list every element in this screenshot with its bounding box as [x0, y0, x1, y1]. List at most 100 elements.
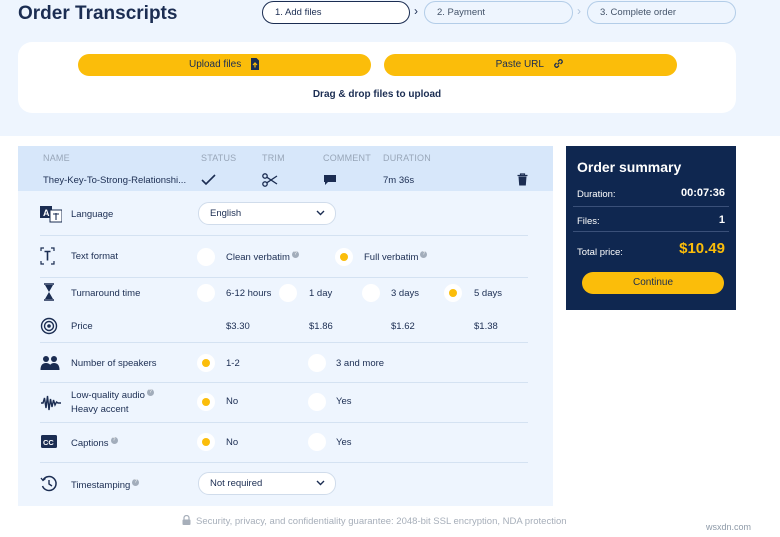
duration-label: Duration:: [577, 189, 616, 200]
price-3-days: $1.62: [391, 321, 415, 332]
file-table: NAME STATUS TRIM COMMENT DURATION They-K…: [18, 146, 553, 191]
help-icon[interactable]: ?: [420, 251, 428, 258]
radio-3-and-more[interactable]: [308, 354, 326, 372]
waveform-icon: [41, 395, 61, 411]
radio-3-days[interactable]: [362, 284, 380, 302]
security-guarantee: Security, privacy, and confidentiality g…: [182, 514, 567, 527]
files-label: Files:: [577, 216, 600, 227]
files-value: 1: [718, 214, 725, 226]
divider: [40, 342, 528, 343]
option-captions-yes: Yes: [336, 437, 352, 448]
header-area: Order Transcripts 1. Add files › 2. Paym…: [0, 0, 780, 136]
help-icon[interactable]: ?: [132, 479, 140, 486]
radio-full-verbatim[interactable]: [335, 248, 353, 266]
link-icon: [554, 59, 564, 68]
order-summary-title: Order summary: [577, 159, 682, 175]
speakers-row: Number of speakers 1-2 3 and more: [40, 351, 528, 375]
language-value: English: [210, 208, 242, 219]
help-icon[interactable]: ?: [291, 251, 299, 258]
total-price-value: $10.49: [679, 240, 725, 257]
option-3-and-more: 3 and more: [336, 358, 385, 369]
help-icon[interactable]: ?: [146, 389, 154, 396]
radio-audio-no[interactable]: [197, 393, 215, 411]
option-1-2-speakers: 1-2: [226, 358, 240, 369]
help-icon[interactable]: ?: [110, 437, 118, 444]
timestamping-label: Timestamping?: [71, 479, 140, 491]
radio-captions-no[interactable]: [197, 433, 215, 451]
speakers-label: Number of speakers: [71, 358, 157, 369]
text-format-icon: [40, 247, 55, 265]
option-6-12-hours: 6-12 hours: [226, 288, 272, 299]
audio-quality-row: Low-quality audio? Heavy accent No Yes: [40, 387, 528, 419]
option-3-days: 3 days: [391, 288, 419, 299]
radio-5-days[interactable]: [444, 284, 462, 302]
price-label: Price: [71, 321, 93, 332]
radio-6-12-hours[interactable]: [197, 284, 215, 302]
column-header-comment: COMMENT: [323, 153, 371, 163]
upload-files-label: Upload files: [188, 59, 242, 70]
full-verbatim-label: Full verbatim?: [364, 251, 428, 263]
audio-quality-label: Low-quality audio?: [71, 389, 154, 401]
file-name: They-Key-To-Strong-Relationshi...: [43, 175, 187, 186]
timestamping-row: Timestamping? Not required: [40, 472, 528, 496]
translate-icon: A: [40, 206, 62, 223]
chevron-down-icon: [316, 210, 325, 216]
radio-1-2-speakers[interactable]: [197, 354, 215, 372]
step-payment[interactable]: 2. Payment: [424, 1, 573, 24]
radio-1-day[interactable]: [279, 284, 297, 302]
option-1-day: 1 day: [309, 288, 333, 299]
document-upload-icon: [251, 58, 260, 70]
turnaround-row: Turnaround time 6-12 hours 1 day 3 days …: [40, 281, 528, 305]
language-row: A Language English: [40, 202, 528, 226]
step-complete-order[interactable]: 3. Complete order: [587, 1, 736, 24]
price-row: Price $3.30 $1.86 $1.62 $1.38: [40, 316, 528, 336]
language-select[interactable]: English: [198, 202, 336, 225]
svg-text:A: A: [43, 208, 50, 218]
hourglass-icon: [44, 283, 54, 301]
order-options-panel: NAME STATUS TRIM COMMENT DURATION They-K…: [18, 146, 553, 506]
trash-icon[interactable]: [517, 173, 528, 186]
paste-url-label: Paste URL: [495, 59, 544, 70]
divider: [573, 231, 729, 232]
chevron-right-icon: ›: [577, 4, 581, 18]
captions-row: CC Captions? No Yes: [40, 430, 528, 454]
text-format-label: Text format: [71, 251, 118, 262]
step-add-files[interactable]: 1. Add files: [262, 1, 410, 24]
radio-clean-verbatim[interactable]: [197, 248, 215, 266]
heavy-accent-label: Heavy accent: [71, 404, 129, 415]
column-header-status: STATUS: [201, 153, 237, 163]
duration-value: 00:07:36: [680, 187, 725, 199]
lock-icon: [182, 514, 191, 525]
continue-button[interactable]: Continue: [582, 272, 724, 294]
order-summary-panel: Order summary Duration: 00:07:36 Files: …: [566, 146, 736, 310]
scissors-icon[interactable]: [262, 173, 278, 187]
price-1-day: $1.86: [309, 321, 333, 332]
clean-verbatim-label: Clean verbatim?: [226, 251, 299, 263]
option-audio-no: No: [226, 396, 239, 407]
paste-url-button[interactable]: Paste URL: [384, 54, 677, 76]
price-6-12-hours: $3.30: [226, 321, 250, 332]
chevron-right-icon: ›: [414, 4, 418, 18]
option-audio-yes: Yes: [336, 396, 352, 407]
timestamping-select[interactable]: Not required: [198, 472, 336, 495]
upload-files-button[interactable]: Upload files: [78, 54, 371, 76]
security-guarantee-text: Security, privacy, and confidentiality g…: [196, 516, 567, 527]
radio-audio-yes[interactable]: [308, 393, 326, 411]
watermark: wsxdn.com: [706, 522, 752, 532]
option-captions-no: No: [226, 437, 239, 448]
turnaround-label: Turnaround time: [71, 288, 141, 299]
column-header-name: NAME: [43, 153, 70, 163]
clock-history-icon: [40, 475, 57, 492]
file-duration: 7m 36s: [383, 175, 415, 186]
divider: [40, 422, 528, 423]
chevron-down-icon: [316, 480, 325, 486]
svg-text:CC: CC: [43, 438, 54, 447]
divider: [40, 462, 528, 463]
check-icon: [201, 174, 216, 186]
column-header-duration: DURATION: [383, 153, 431, 163]
divider: [40, 382, 528, 383]
comment-icon[interactable]: [323, 174, 337, 186]
language-label: Language: [71, 209, 114, 220]
radio-captions-yes[interactable]: [308, 433, 326, 451]
column-header-trim: TRIM: [262, 153, 285, 163]
